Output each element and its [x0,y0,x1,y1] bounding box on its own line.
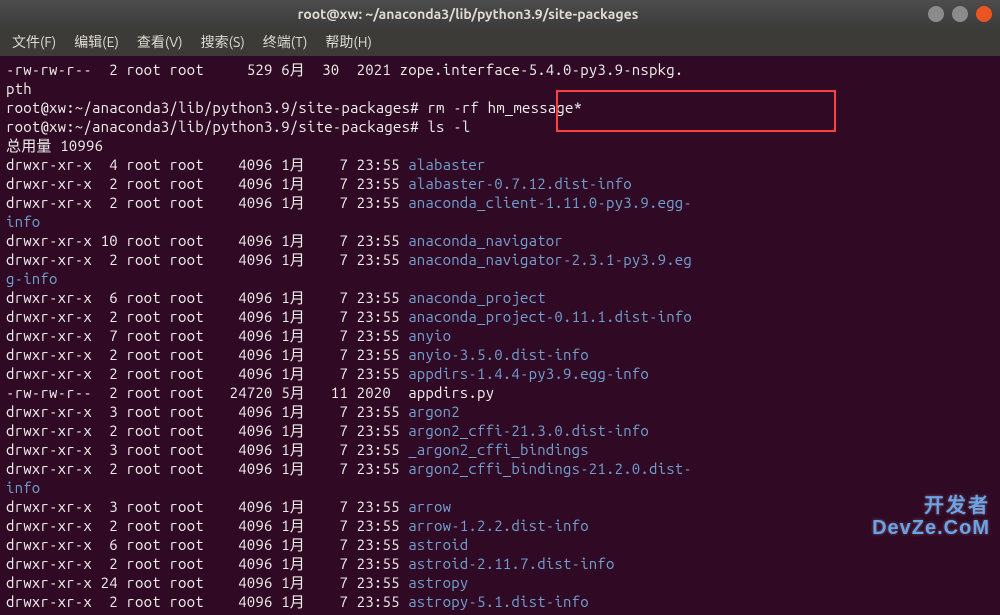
menu-view[interactable]: 查看(V) [131,30,189,54]
window-title: root@xw: ~/anaconda3/lib/python3.9/site-… [8,6,928,22]
watermark: 开发者 DevZe.CoM [872,495,990,539]
maximize-button[interactable] [952,6,968,22]
terminal-output[interactable]: -rw-rw-r-- 2 root root 529 6月 30 2021 zo… [0,56,1000,615]
watermark-line1: 开发者 [872,495,990,517]
menu-search[interactable]: 搜索(S) [195,30,251,54]
titlebar: root@xw: ~/anaconda3/lib/python3.9/site-… [0,0,1000,28]
menu-terminal[interactable]: 终端(T) [257,30,314,54]
menu-file[interactable]: 文件(F) [6,30,62,54]
close-button[interactable] [976,6,992,22]
minimize-button[interactable] [928,6,944,22]
watermark-line2: DevZe.CoM [872,517,990,539]
window-controls [928,6,992,22]
menu-edit[interactable]: 编辑(E) [68,30,125,54]
menu-help[interactable]: 帮助(H) [319,30,378,54]
menubar: 文件(F) 编辑(E) 查看(V) 搜索(S) 终端(T) 帮助(H) [0,28,1000,56]
